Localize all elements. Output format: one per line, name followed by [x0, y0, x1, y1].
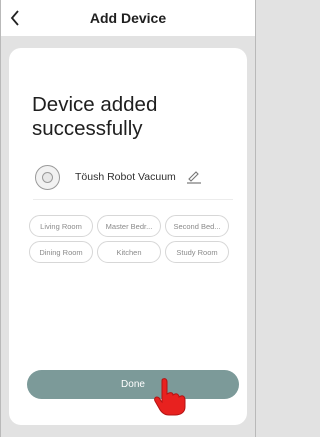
- chevron-left-icon: [10, 10, 19, 26]
- room-chip-study-room[interactable]: Study Room: [165, 241, 229, 263]
- room-chips: Living Room Master Bedr... Second Bed...…: [29, 215, 233, 263]
- done-button[interactable]: Done: [27, 370, 239, 399]
- pencil-icon: [186, 171, 201, 184]
- app-screen: Add Device Device added successfully Töu…: [0, 0, 256, 437]
- back-button[interactable]: [5, 5, 25, 31]
- room-chip-second-bedroom[interactable]: Second Bed...: [165, 215, 229, 237]
- pointing-hand-icon: [154, 378, 186, 416]
- success-card: Device added successfully Töush Robot Va…: [9, 48, 247, 425]
- success-headline: Device added successfully: [32, 93, 158, 140]
- robot-vacuum-icon: [35, 164, 60, 190]
- top-bar: Add Device: [1, 0, 255, 36]
- room-chip-kitchen[interactable]: Kitchen: [97, 241, 161, 263]
- device-name: Töush Robot Vacuum: [75, 171, 176, 183]
- page-title: Add Device: [89, 10, 167, 26]
- edit-name-button[interactable]: [186, 169, 202, 185]
- room-chip-master-bedroom[interactable]: Master Bedr...: [97, 215, 161, 237]
- room-chip-dining-room[interactable]: Dining Room: [29, 241, 93, 263]
- room-chip-living-room[interactable]: Living Room: [29, 215, 93, 237]
- device-row: Töush Robot Vacuum: [35, 163, 235, 191]
- divider: [33, 199, 233, 200]
